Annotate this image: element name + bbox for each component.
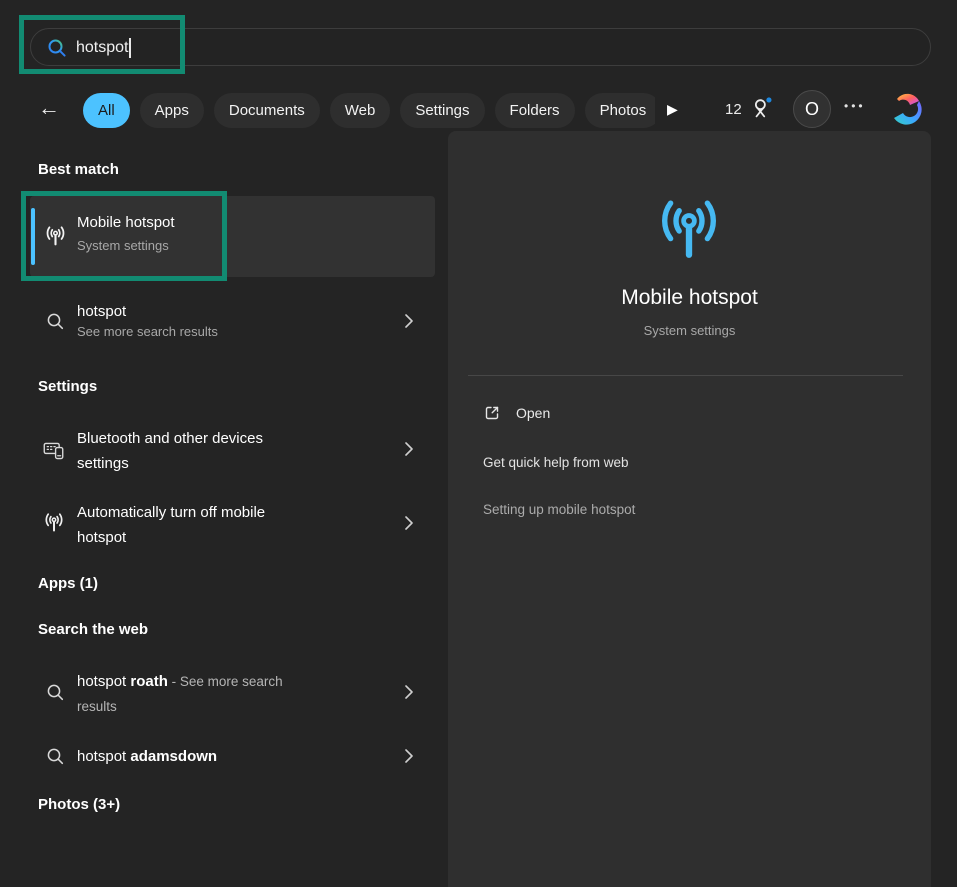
result-title-line1: Automatically turn off mobile <box>77 500 387 525</box>
tab-apps[interactable]: Apps <box>140 93 204 128</box>
result-auto-turn-off-hotspot[interactable]: Automatically turn off mobile hotspot <box>30 494 435 552</box>
chevron-right-icon[interactable] <box>405 314 413 328</box>
divider <box>468 375 903 376</box>
chevron-right-icon[interactable] <box>405 749 413 763</box>
tab-all[interactable]: All <box>83 93 130 128</box>
preview-subtitle: System settings <box>448 323 931 338</box>
back-button[interactable]: ← <box>38 95 60 121</box>
rewards-icon[interactable] <box>748 95 775 122</box>
result-mobile-hotspot[interactable]: Mobile hotspot System settings <box>30 196 435 277</box>
section-header-search-web: Search the web <box>38 621 148 638</box>
tab-settings[interactable]: Settings <box>400 93 484 128</box>
devices-icon <box>43 439 64 460</box>
preview-title: Mobile hotspot <box>448 286 931 310</box>
selection-accent-bar <box>31 208 35 265</box>
preview-panel: Mobile hotspot System settings Open Get … <box>448 131 931 887</box>
chevron-right-icon[interactable] <box>405 442 413 456</box>
help-link-setting-up-hotspot[interactable]: Setting up mobile hotspot <box>483 502 635 517</box>
section-header-best-match: Best match <box>38 161 119 178</box>
search-icon <box>45 746 65 766</box>
result-see-more[interactable]: hotspot See more search results <box>30 292 435 350</box>
search-icon <box>46 37 68 59</box>
result-web-hotspot-adamsdown[interactable]: hotspot adamsdown <box>30 737 435 775</box>
section-header-photos: Photos (3+) <box>38 796 120 813</box>
result-title: Mobile hotspot <box>77 214 175 231</box>
rewards-count: 12 <box>725 101 742 118</box>
search-box[interactable]: hotspot <box>30 28 931 66</box>
chevron-right-icon[interactable] <box>405 685 413 699</box>
back-arrow-icon: ← <box>38 95 60 120</box>
more-options-button[interactable]: ••• <box>844 99 866 113</box>
search-filter-tabs: All Apps Documents Web Settings Folders … <box>83 92 655 128</box>
tab-documents[interactable]: Documents <box>214 93 320 128</box>
text-caret <box>129 38 131 58</box>
hotspot-icon <box>42 511 66 535</box>
section-header-settings: Settings <box>38 378 97 395</box>
hotspot-icon <box>43 224 68 249</box>
result-title-line1: Bluetooth and other devices <box>77 426 387 451</box>
result-title: hotspot <box>77 299 126 324</box>
section-header-apps: Apps (1) <box>38 575 98 592</box>
result-bluetooth-settings[interactable]: Bluetooth and other devices settings <box>30 420 435 478</box>
result-title-line1: hotspot roath - See more search <box>77 669 387 694</box>
copilot-icon[interactable] <box>888 91 924 127</box>
open-action[interactable]: Open <box>483 401 903 427</box>
search-icon <box>45 682 65 702</box>
hotspot-icon <box>645 193 733 269</box>
result-web-hotspot-roath[interactable]: hotspot roath - See more search results <box>30 663 435 721</box>
user-avatar[interactable]: O <box>793 90 831 128</box>
open-external-icon <box>483 404 501 422</box>
search-input[interactable]: hotspot <box>76 37 131 59</box>
ellipsis-icon: ••• <box>844 99 866 113</box>
play-right-icon: ▶ <box>667 101 678 117</box>
result-title-line2: settings <box>77 451 387 476</box>
result-title-line2: results <box>77 694 117 719</box>
chevron-right-icon[interactable] <box>405 516 413 530</box>
open-label: Open <box>516 405 550 421</box>
help-header: Get quick help from web <box>483 455 629 470</box>
result-title: hotspot adamsdown <box>77 744 387 769</box>
tabs-overflow-button[interactable]: ▶ <box>667 101 678 118</box>
search-icon <box>45 311 65 331</box>
tab-photos[interactable]: Photos <box>585 93 655 128</box>
result-subtitle: See more search results <box>77 324 218 339</box>
tab-folders[interactable]: Folders <box>495 93 575 128</box>
result-subtitle: System settings <box>77 238 169 253</box>
result-title-line2: hotspot <box>77 525 387 550</box>
tab-web[interactable]: Web <box>330 93 391 128</box>
